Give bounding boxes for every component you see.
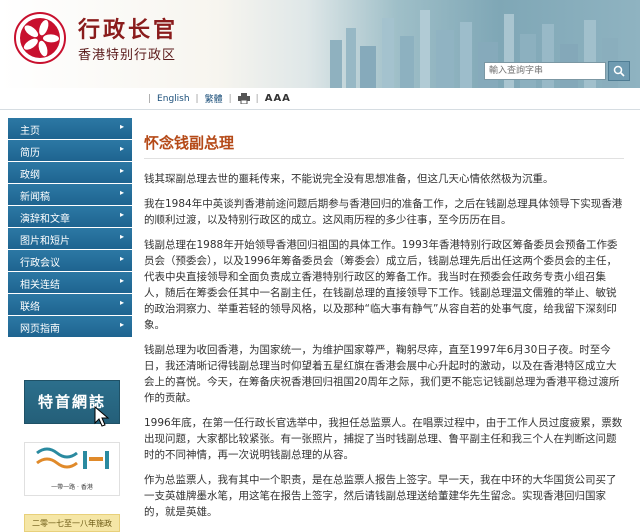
sidebar-item-press-releases[interactable]: 新闻稿 ▸ [8,184,132,205]
english-link[interactable]: English [157,94,190,104]
paragraph-4: 钱副总理为收回香港，为国家统一，为维护国家尊严，鞠躬尽瘁，直至1997年6月30… [144,344,620,404]
paragraph-3: 钱副总理在1988年开始领导香港回归祖国的具体工作。1993年香港特别行政区筹备… [144,239,618,331]
paragraph-5: 1996年底，在第一任行政长官选举中，我担任总监票人。在唱票过程中，由于工作人员… [144,417,623,461]
belt-road-logo-icon [36,447,109,469]
paragraph-2: 我在1984年中英谈判香港前途问题后期参与香港回归的准备工作，之后在钱副总理具体… [144,198,623,226]
traditional-link[interactable]: 繁體 [205,92,223,105]
font-size-control[interactable]: AAA [265,93,291,104]
hksar-logo[interactable] [14,12,66,64]
page-title: 怀念钱副总理 [144,134,235,152]
search-button[interactable] [608,61,630,81]
cursor-icon [94,406,110,427]
search-input[interactable] [484,62,606,80]
toolbar: | English | 繁體 | | AAA [0,88,640,110]
sidebar-item-contact[interactable]: 联络 ▸ [8,294,132,315]
chevron-right-icon: ▸ [119,254,124,263]
chevron-right-icon: ▸ [119,232,124,241]
sidebar-item-profile[interactable]: 简历 ▸ [8,140,132,161]
chevron-right-icon: ▸ [119,166,124,175]
sidebar-item-links[interactable]: 相关连结 ▸ [8,272,132,293]
paragraph-1: 钱其琛副总理去世的噩耗传来，不能说完全没有思想准备，但这几天心情依然极为沉重。 [144,173,554,185]
policy-address-banner[interactable]: 二零一七至一八年施政 [24,514,120,532]
site-subtitle: 香港特别行政区 [78,48,177,63]
chevron-right-icon: ▸ [119,298,124,307]
chevron-right-icon: ▸ [119,320,124,329]
site-title: 行政长官 [78,18,179,43]
belt-road-banner[interactable]: 一帶一路 · 香港 [24,442,120,496]
chevron-right-icon: ▸ [119,188,124,197]
main-content: 怀念钱副总理 钱其琛副总理去世的噩耗传来，不能说完全没有思想准备，但这几天心情依… [144,132,624,529]
search-icon [613,65,625,77]
sidebar-item-photos-videos[interactable]: 图片和短片 ▸ [8,228,132,249]
print-icon[interactable] [237,93,250,104]
sidebar-item-home[interactable]: 主页 ▸ [8,118,132,139]
belt-road-caption: 一帶一路 · 香港 [51,484,93,491]
site-header: 行政长官 香港特别行政区 [0,0,640,88]
sidebar-item-exco[interactable]: 行政会议 ▸ [8,250,132,271]
sidebar: 主页 ▸ 简历 ▸ 政纲 ▸ 新闻稿 ▸ 演辞和文章 ▸ 图片和短片 ▸ 行政会… [0,110,136,532]
sidebar-item-platform[interactable]: 政纲 ▸ [8,162,132,183]
paragraph-6: 作为总监票人，我有其中一个职责，是在总监票人报告上签字。早一天，我在中环的大华国… [144,474,617,518]
sidebar-item-speeches[interactable]: 演辞和文章 ▸ [8,206,132,227]
chevron-right-icon: ▸ [119,122,124,131]
chevron-right-icon: ▸ [119,144,124,153]
sidebar-item-site-guide[interactable]: 网页指南 ▸ [8,316,132,337]
chevron-right-icon: ▸ [119,210,124,219]
chevron-right-icon: ▸ [119,276,124,285]
sidebar-nav: 主页 ▸ 简历 ▸ 政纲 ▸ 新闻稿 ▸ 演辞和文章 ▸ 图片和短片 ▸ 行政会… [8,118,132,338]
